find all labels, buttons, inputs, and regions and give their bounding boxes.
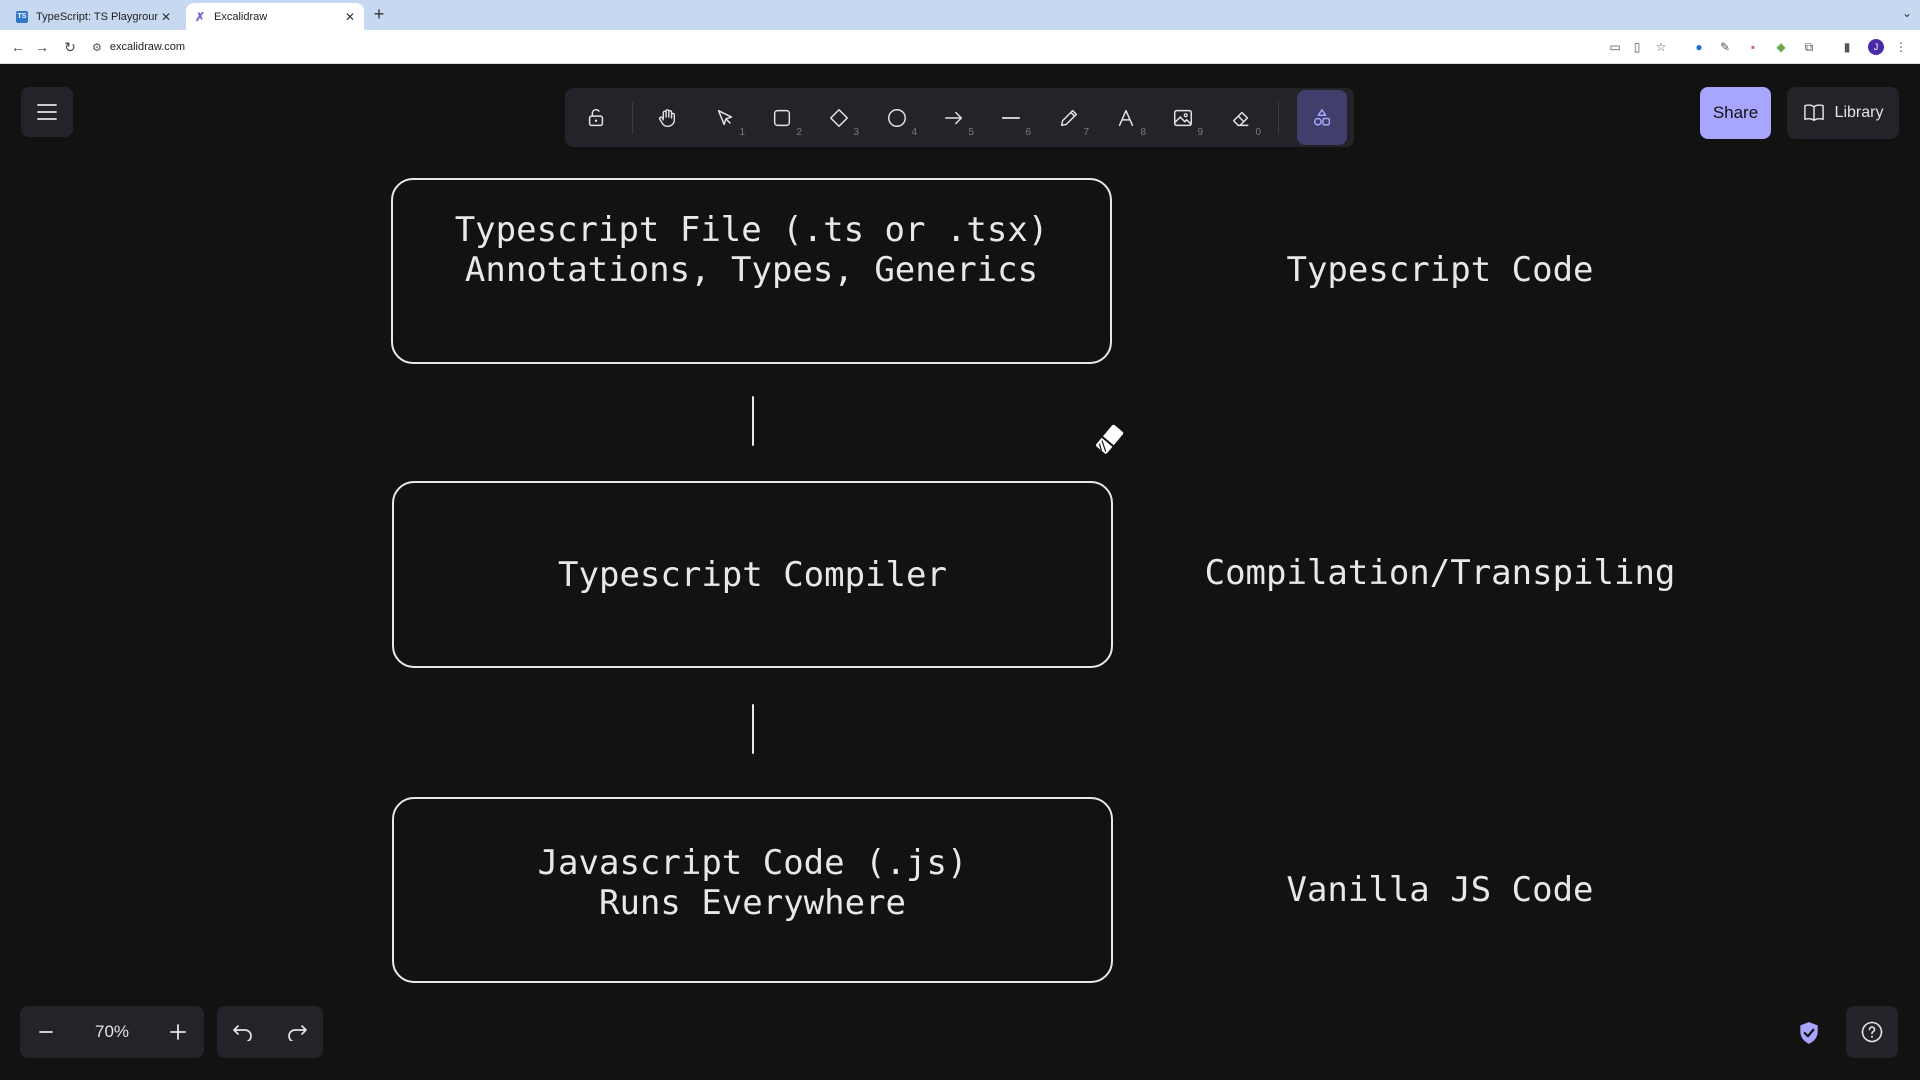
connector-line[interactable] xyxy=(752,396,754,446)
redo-icon xyxy=(288,1025,307,1041)
browser-tab-bar: TS TypeScript: TS Playground - A ✕ ✗ Exc… xyxy=(0,0,1920,30)
extension-pen-icon[interactable]: ✎ xyxy=(1716,38,1734,56)
box-text-line: Javascript Code (.js) xyxy=(537,843,968,883)
diagram-box-typescript-compiler[interactable]: Typescript Compiler xyxy=(392,481,1113,668)
close-tab-icon[interactable]: ✕ xyxy=(158,10,174,24)
box-text-line: Annotations, Types, Generics xyxy=(464,250,1039,290)
page-icon[interactable]: ▯ xyxy=(1628,38,1646,56)
redo-button[interactable] xyxy=(271,1006,323,1058)
diagram-box-typescript-file[interactable]: Typescript File (.ts or .tsx) Annotation… xyxy=(391,178,1112,364)
help-button[interactable] xyxy=(1846,1006,1898,1058)
extension-icon[interactable]: ◆ xyxy=(1772,38,1790,56)
profile-avatar[interactable]: J xyxy=(1868,39,1884,55)
side-panel-icon[interactable]: ▮ xyxy=(1838,38,1856,56)
label-vanilla-js-code[interactable]: Vanilla JS Code xyxy=(1190,870,1690,910)
tab-title: TypeScript: TS Playground - A xyxy=(36,10,158,23)
address-bar: ← → ↻ ⚙ excalidraw.com ▭ ▯ ☆ ● ✎ ▪ ◆ ⧉ ▮… xyxy=(0,30,1920,64)
excalidraw-canvas[interactable]: 1 2 3 4 5 6 7 8 9 0 Share Library Typesc… xyxy=(0,64,1920,1080)
diagram-box-javascript-code[interactable]: Javascript Code (.js) Runs Everywhere xyxy=(392,797,1113,983)
reload-icon[interactable]: ↻ xyxy=(60,37,80,57)
extension-icon[interactable]: ▪ xyxy=(1744,38,1762,56)
help-question-icon xyxy=(1861,1021,1883,1043)
zoom-out-button[interactable] xyxy=(20,1006,72,1058)
tab-title: Excalidraw xyxy=(214,10,268,23)
shield-check-icon[interactable] xyxy=(1796,1020,1822,1046)
site-settings-icon[interactable]: ⚙ xyxy=(92,41,102,54)
diagram: Typescript File (.ts or .tsx) Annotation… xyxy=(0,64,1920,1080)
extension-icon[interactable]: ● xyxy=(1690,38,1708,56)
plus-icon xyxy=(170,1024,186,1040)
url-field[interactable]: ⚙ excalidraw.com xyxy=(92,35,1592,59)
eraser-cursor-icon xyxy=(1094,422,1126,456)
box-text-line: Runs Everywhere xyxy=(598,883,907,923)
label-compilation-transpiling[interactable]: Compilation/Transpiling xyxy=(1190,553,1690,593)
close-tab-icon[interactable]: ✕ xyxy=(342,10,358,24)
new-tab-button[interactable]: + xyxy=(368,4,390,25)
box-text-line: Typescript File (.ts or .tsx) xyxy=(454,210,1049,250)
url-text: excalidraw.com xyxy=(109,41,186,53)
zoom-level[interactable]: 70% xyxy=(72,1006,152,1058)
minus-icon xyxy=(39,1031,53,1033)
excalidraw-favicon-icon: ✗ xyxy=(194,9,206,24)
forward-arrow-icon[interactable]: → xyxy=(32,37,52,57)
typescript-favicon-icon: TS xyxy=(16,10,28,23)
undo-icon xyxy=(233,1025,252,1041)
browser-menu-icon[interactable]: ⋮ xyxy=(1892,38,1910,56)
tab-search-chevron-icon[interactable]: ⌄ xyxy=(1902,6,1912,20)
extensions-puzzle-icon[interactable]: ⧉ xyxy=(1800,38,1818,56)
connector-line[interactable] xyxy=(752,704,754,754)
browser-tab-ts-playground[interactable]: TS TypeScript: TS Playground - A ✕ xyxy=(8,3,180,30)
zoom-controls: 70% xyxy=(20,1006,204,1058)
cast-icon[interactable]: ▭ xyxy=(1606,38,1624,56)
browser-tab-excalidraw[interactable]: ✗ Excalidraw ✕ xyxy=(186,3,364,30)
zoom-in-button[interactable] xyxy=(152,1006,204,1058)
label-typescript-code[interactable]: Typescript Code xyxy=(1190,250,1690,290)
bookmark-star-icon[interactable]: ☆ xyxy=(1652,38,1670,56)
back-arrow-icon[interactable]: ← xyxy=(8,37,28,57)
undo-button[interactable] xyxy=(217,1006,269,1058)
undo-redo-controls xyxy=(217,1006,323,1058)
box-text-line: Typescript Compiler xyxy=(558,554,947,595)
